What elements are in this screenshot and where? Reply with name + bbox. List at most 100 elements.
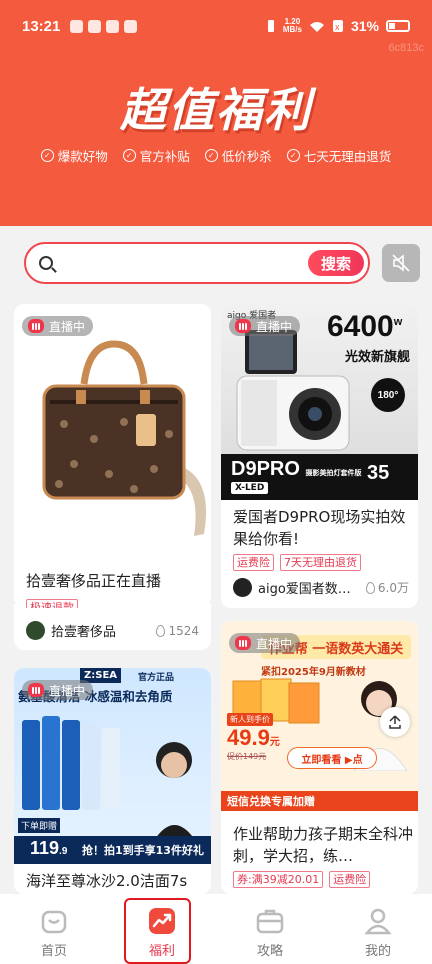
cleanser-bottles-image bbox=[22, 716, 120, 810]
tag: 7天无理由退货 bbox=[280, 554, 361, 571]
live-label: 直播中 bbox=[49, 319, 86, 334]
check-circle-icon: ✓ bbox=[122, 149, 136, 162]
perks-row: ✓ 爆款好物 ✓ 官方补贴 ✓ 低价秒杀 ✓ 七天无理由退货 bbox=[0, 146, 432, 165]
live-card[interactable]: Z:SEA 官方正品 氨基酸清洁 冰感温和去角质 下单即赠 119.9 抢！拍1… bbox=[14, 668, 211, 894]
status-time: 13:21 bbox=[22, 17, 61, 35]
live-card[interactable]: 作业帮 一语数英大通关 紧扣2025年9月新教材 新人到手价 49.9元 促价1… bbox=[221, 621, 418, 894]
shop-row[interactable]: 拾壹奢侈品 1524 bbox=[26, 621, 199, 640]
banner-dark-strip: D9PRO 摄影美拍灯套件版 X-LED 35 bbox=[221, 454, 418, 500]
nav-label: 首页 bbox=[40, 944, 67, 959]
shop-name: 拾壹奢侈品 bbox=[51, 625, 117, 640]
handbag-image bbox=[42, 340, 206, 536]
search-button[interactable]: 搜索 bbox=[308, 250, 364, 276]
live-label: 直播中 bbox=[256, 319, 293, 334]
tag-row: 极速退款 bbox=[26, 599, 78, 608]
tag-row: 券:满39减20.01 运费险 bbox=[233, 871, 371, 888]
banner-price-value: 49.9 bbox=[227, 725, 270, 750]
battery-icon bbox=[386, 20, 410, 32]
nav-item-home[interactable]: 首页 bbox=[0, 894, 108, 964]
live-card[interactable]: 直播中 拾壹奢侈品正在直播 极速退款 bbox=[14, 304, 211, 608]
perk-item: ✓ 低价秒杀 bbox=[204, 146, 272, 165]
flame-icon bbox=[365, 581, 375, 594]
nav-item-me[interactable]: 我的 bbox=[324, 894, 432, 964]
card-title: 海洋至尊冰沙2.0洁面7s bbox=[26, 872, 188, 890]
live-bars-icon bbox=[235, 319, 251, 333]
tag: 极速退款 bbox=[26, 599, 78, 608]
shop-name: aigo爱国者数… bbox=[258, 582, 351, 597]
banner-cta-button: 立即看看 ▶点 bbox=[287, 747, 377, 769]
banner-180-badge: 180° bbox=[371, 378, 405, 412]
banner-official: 官方正品 bbox=[138, 673, 175, 683]
shop-avatar bbox=[26, 621, 45, 640]
home-bag-icon bbox=[41, 910, 67, 934]
likes-count: 6.0万 bbox=[377, 581, 409, 595]
banner-deal: 抢！拍1到手享13件好礼 bbox=[82, 844, 204, 857]
nav-item-guide[interactable]: 攻略 bbox=[216, 894, 324, 964]
perk-label: 七天无理由退货 bbox=[303, 149, 392, 164]
share-arrow-icon bbox=[389, 715, 401, 729]
selection-highlight-box bbox=[124, 898, 191, 964]
banner-xled: X-LED bbox=[231, 482, 269, 494]
likes: 6.0万 bbox=[365, 579, 409, 596]
perk-item: ✓ 爆款好物 bbox=[40, 146, 108, 165]
sim-icon: x bbox=[332, 20, 343, 32]
banner-model: D9PRO 摄影美拍灯套件版 bbox=[231, 458, 361, 481]
net-speed-unit: MB/s bbox=[282, 25, 302, 34]
banner-tag: 下单即赠 bbox=[18, 818, 61, 833]
banner-bottom-strip: 短信兑换专属加赠 bbox=[221, 791, 418, 811]
battery-percent: 31% bbox=[350, 18, 379, 34]
live-badge: 直播中 bbox=[22, 680, 94, 700]
message-notification-icon bbox=[124, 19, 138, 33]
live-badge: 直播中 bbox=[229, 633, 301, 653]
briefcase-icon bbox=[256, 909, 284, 934]
user-icon bbox=[364, 908, 392, 935]
live-badge: 直播中 bbox=[22, 316, 94, 336]
banner-price: 49.9元 bbox=[227, 725, 280, 751]
mute-button[interactable] bbox=[382, 244, 420, 282]
hero-header: 13:21 1.20 MB/s x 31% 6c813c 超值福利 ✓ 爆款好物 … bbox=[0, 0, 432, 226]
share-button[interactable] bbox=[380, 707, 410, 737]
vibrate-icon bbox=[267, 20, 274, 32]
banner-price-unit: 元 bbox=[269, 737, 280, 748]
card-body: 爱国者D9PRO现场实拍效果给你看! bbox=[233, 506, 411, 550]
banner-big-sup: w bbox=[393, 316, 403, 328]
watermark: 6c813c bbox=[388, 42, 424, 54]
app-notification-icon bbox=[70, 19, 84, 33]
banner-model-suffix: 摄影美拍灯套件版 bbox=[305, 470, 362, 477]
check-circle-icon: ✓ bbox=[204, 149, 218, 162]
banner-price-value: 119 bbox=[30, 838, 60, 858]
nav-label: 我的 bbox=[364, 944, 391, 959]
banner-origin-price: 促价149元 bbox=[227, 752, 267, 761]
shop-avatar bbox=[233, 578, 252, 597]
speaker-muted-icon bbox=[392, 254, 410, 272]
perk-item: ✓ 七天无理由退货 bbox=[286, 146, 392, 165]
search-box[interactable]: 搜索 bbox=[24, 242, 370, 284]
tag: 运费险 bbox=[329, 871, 371, 888]
live-card[interactable]: aigo 爱国者 6400w 光效新旗舰 180° D9PRO 摄影美拍灯套件版… bbox=[221, 304, 418, 608]
live-bars-icon bbox=[28, 319, 44, 333]
card-body: 海洋至尊冰沙2.0洁面7s bbox=[26, 870, 206, 892]
tag: 券:满39减20.01 bbox=[233, 871, 324, 888]
card-body: 作业帮助力孩子期末全科冲刺，学大招，练… bbox=[233, 823, 413, 867]
live-label: 直播中 bbox=[256, 636, 293, 651]
net-speed: 1.20 MB/s bbox=[283, 18, 302, 34]
live-bars-icon bbox=[235, 636, 251, 650]
likes-count: 1524 bbox=[168, 623, 199, 638]
card-title: 爱国者D9PRO现场实拍效果给你看! bbox=[233, 508, 406, 548]
shop-row[interactable]: aigo爱国者数… 6.0万 bbox=[233, 578, 409, 597]
weibo-notification-icon bbox=[88, 19, 102, 33]
tag: 运费险 bbox=[233, 554, 274, 571]
product-image bbox=[14, 304, 211, 566]
live-label: 直播中 bbox=[49, 683, 86, 698]
bottom-nav: 首页 福利 攻略 我的 bbox=[0, 894, 432, 964]
perk-item: ✓ 官方补贴 bbox=[122, 146, 190, 165]
banner-price-decimal: .9 bbox=[59, 846, 68, 857]
svg-text:x: x bbox=[335, 22, 340, 32]
perk-label: 低价秒杀 bbox=[221, 149, 272, 164]
tag-row: 运费险 7天无理由退货 bbox=[233, 554, 361, 571]
search-input[interactable] bbox=[66, 252, 286, 274]
wifi-icon bbox=[309, 21, 324, 32]
flame-icon bbox=[156, 624, 166, 637]
nav-label: 攻略 bbox=[256, 944, 283, 959]
status-bar: 13:21 1.20 MB/s x 31% bbox=[0, 0, 432, 52]
